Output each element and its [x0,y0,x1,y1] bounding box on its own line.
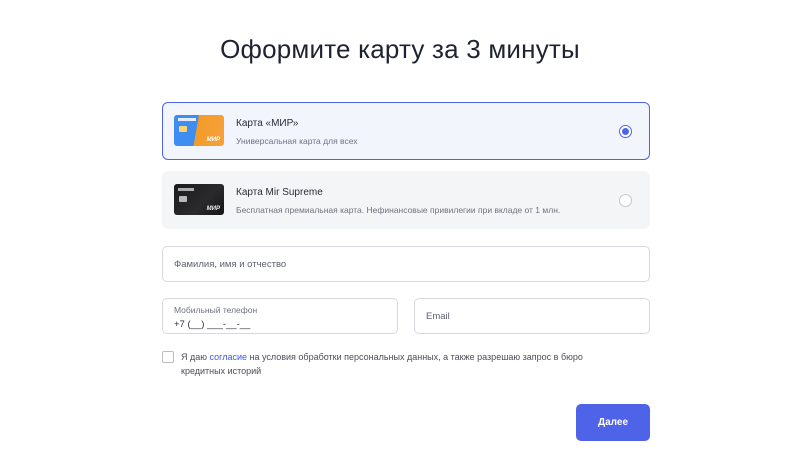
email-field[interactable]: Email [414,298,650,334]
page-title: Оформите карту за 3 минуты [220,34,580,64]
consent-text: Я даю согласие на условия обработки перс… [181,350,649,378]
card-option-description: Бесплатная премиальная карта. Нефинансов… [236,205,561,215]
card-option-description: Универсальная карта для всех [236,136,358,146]
consent-checkbox[interactable] [162,351,174,363]
full-name-placeholder: Фамилия, имя и отчество [174,259,287,270]
consent-text-line2: кредитных историй [181,366,262,376]
phone-field[interactable]: Мобильный телефон +7 (__) ___-__-__ [162,298,398,334]
next-button[interactable]: Далее [576,404,650,441]
bank-logo-mark [178,118,196,121]
radio-selected-icon[interactable] [619,125,632,138]
consent-text-before: Я даю [181,352,210,362]
consent-text-after: на условия обработки персональных данных… [247,352,583,362]
card-chip-icon [179,126,187,132]
card-option-mir-supreme[interactable]: МИР Карта Mir Supreme Бесплатная премиал… [162,171,650,229]
full-name-field[interactable]: Фамилия, имя и отчество [162,246,650,282]
mir-logo: МИР [206,206,220,212]
card-option-mir[interactable]: МИР Карта «МИР» Универсальная карта для … [162,102,650,160]
bank-logo-mark [178,188,194,191]
radio-unselected-icon[interactable] [619,194,632,207]
phone-label: Мобильный телефон [174,305,258,315]
mir-logo: МИР [206,137,220,143]
card-option-title: Карта Mir Supreme [236,187,323,198]
mir-supreme-card-image: МИР [174,184,224,215]
card-chip-icon [179,196,187,202]
consent-link[interactable]: согласие [210,352,247,362]
card-option-title: Карта «МИР» [236,118,299,129]
email-placeholder: Email [426,311,450,322]
mir-card-image: МИР [174,115,224,146]
card-application-page: Оформите карту за 3 минуты МИР Карта «МИ… [0,0,800,474]
phone-value: +7 (__) ___-__-__ [174,319,251,330]
